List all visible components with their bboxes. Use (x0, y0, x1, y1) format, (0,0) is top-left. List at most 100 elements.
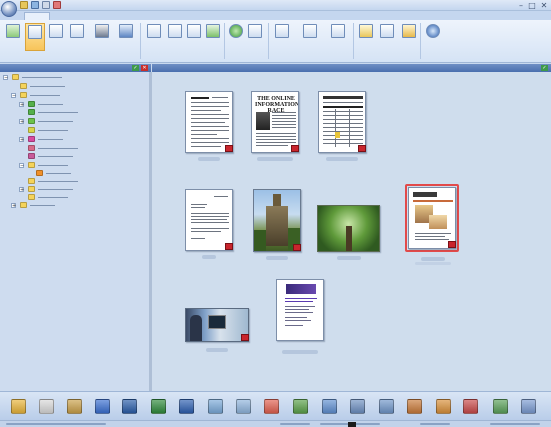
desktop-view-button[interactable] (25, 23, 45, 51)
mail-app-icon[interactable] (521, 399, 536, 414)
tree-item[interactable] (19, 109, 148, 116)
tree-item[interactable]: − (3, 74, 148, 81)
back-button[interactable] (3, 23, 23, 51)
annotate-icon (187, 24, 201, 38)
tree-item[interactable] (19, 194, 148, 201)
people-app-icon[interactable] (463, 399, 478, 414)
save-icon[interactable] (20, 1, 28, 9)
document-page: THE ONLINE INFORMATION RACE (251, 91, 299, 153)
ribbon-separator (140, 23, 141, 59)
new-doc-button[interactable] (144, 23, 164, 51)
pin-icon[interactable]: ✓ (541, 65, 548, 71)
acrobat-app-icon[interactable] (264, 399, 279, 414)
photoshop-app-icon[interactable] (122, 399, 137, 414)
hexagon-app-icon[interactable] (407, 399, 422, 414)
tree-item[interactable] (11, 83, 148, 90)
tree-item[interactable] (19, 178, 148, 185)
folder-icon (20, 92, 27, 98)
recycle-app-icon[interactable] (493, 399, 508, 414)
users-app-icon[interactable] (436, 399, 451, 414)
notepad-app-icon[interactable] (208, 399, 223, 414)
folder-icon (36, 170, 43, 176)
tree-item-label-bar (30, 86, 65, 87)
convert-button[interactable] (245, 23, 265, 51)
printer-app-icon[interactable] (350, 399, 365, 414)
compare-button[interactable] (300, 23, 320, 51)
redo-icon[interactable] (53, 1, 61, 9)
tree-item-label-bar (38, 156, 73, 157)
zoom-slider-thumb[interactable] (348, 422, 356, 427)
tree-expander-icon[interactable]: + (19, 187, 24, 193)
ftp-app-icon[interactable] (322, 399, 337, 414)
search-button[interactable] (423, 23, 443, 51)
tree-expander-icon[interactable]: − (19, 163, 24, 169)
close-button[interactable]: ✕ (539, 1, 549, 10)
thumbnail-caption-sub (415, 262, 451, 265)
annotate-button[interactable] (184, 23, 204, 51)
tree-expander-icon[interactable]: − (11, 93, 16, 99)
tree-item[interactable]: + (19, 186, 148, 193)
pdf-app-icon[interactable] (39, 399, 54, 414)
tree-item-label-bar (38, 104, 63, 105)
tree-expander-icon[interactable]: + (19, 119, 24, 125)
status-segment (280, 423, 310, 425)
excel-app-icon[interactable] (151, 399, 166, 414)
tree-expander-icon[interactable]: + (19, 137, 24, 143)
dpf-app-icon[interactable] (95, 399, 110, 414)
open-icon[interactable] (31, 1, 39, 9)
tree-expander-icon[interactable]: + (11, 203, 16, 209)
pin-icon[interactable]: ✓ (132, 65, 139, 71)
folder-app-icon[interactable] (11, 399, 26, 414)
tree-item[interactable]: + (19, 101, 148, 108)
tree-item-label-bar (38, 189, 73, 190)
tree-item-label-bar (30, 205, 55, 206)
export-button[interactable] (399, 23, 419, 51)
print-button[interactable] (92, 23, 112, 51)
tree-item[interactable]: + (19, 136, 148, 143)
scan-button[interactable] (46, 23, 66, 51)
send-button[interactable] (116, 23, 136, 51)
tree-item[interactable]: − (11, 92, 148, 99)
undo-icon[interactable] (42, 1, 50, 9)
document-page (185, 91, 233, 153)
ocr-button[interactable] (226, 23, 246, 51)
combine-button[interactable] (328, 23, 348, 51)
combine-icon (331, 24, 345, 38)
properties-button[interactable] (203, 23, 223, 51)
ribbon-group-label (355, 54, 418, 61)
tree-item[interactable]: + (11, 202, 148, 209)
tree-item[interactable]: + (19, 118, 148, 125)
pdf-badge-icon (448, 241, 456, 248)
scanner-app-icon[interactable] (236, 399, 251, 414)
close-icon[interactable]: ✕ (141, 65, 148, 71)
maximize-button[interactable]: □ (527, 1, 537, 10)
minimize-button[interactable]: – (516, 1, 526, 10)
tree-item-label-bar (46, 173, 71, 174)
layout-button[interactable] (272, 23, 292, 51)
pane-splitter[interactable] (149, 72, 152, 391)
trunk-shape (346, 226, 352, 251)
scanner-icon (49, 24, 63, 38)
edit-button[interactable] (165, 23, 185, 51)
pdf-badge-icon (225, 145, 233, 152)
stamp-button[interactable] (377, 23, 397, 51)
folder-button[interactable] (67, 23, 87, 51)
globe-app-icon[interactable] (293, 399, 308, 414)
tree-item-label-bar (38, 130, 68, 131)
brush-app-icon[interactable] (67, 399, 82, 414)
app-menu-button[interactable] (1, 1, 17, 17)
notes-button[interactable] (356, 23, 376, 51)
tree-item[interactable] (19, 127, 148, 134)
tree-item[interactable]: − (19, 162, 148, 169)
tree-item-label-bar (38, 148, 78, 149)
pdf-badge-icon (293, 244, 301, 251)
tree-expander-icon[interactable]: − (3, 75, 8, 81)
tree-item[interactable] (27, 170, 148, 177)
folder-icon (28, 101, 35, 107)
tree-item[interactable] (19, 145, 148, 152)
person-shape (190, 315, 202, 341)
word-app-icon[interactable] (179, 399, 194, 414)
ocr-app-icon[interactable] (379, 399, 394, 414)
tree-expander-icon[interactable]: + (19, 102, 24, 108)
tree-item[interactable] (19, 153, 148, 160)
